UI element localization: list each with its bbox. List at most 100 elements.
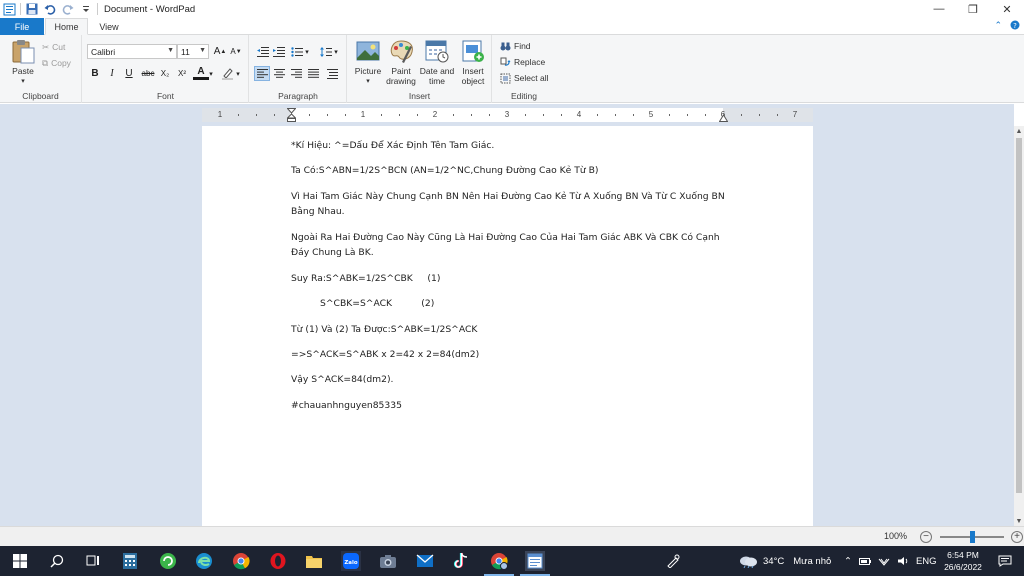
shrink-font-button[interactable]: A ▼ [228, 44, 244, 59]
tab-view[interactable]: View [90, 18, 128, 35]
save-icon[interactable] [25, 2, 39, 16]
edge-browser-icon[interactable] [194, 551, 214, 571]
green-app-icon[interactable] [158, 551, 178, 571]
zalo-app-icon[interactable]: Zalo [341, 551, 361, 571]
paste-button[interactable]: Paste ▾ [8, 38, 38, 86]
ruler-tick [597, 114, 598, 116]
notification-center-icon[interactable] [995, 551, 1015, 571]
document-paragraph: Ngoài Ra Hai Đường Cao Này Cũng Là Hai Đ… [291, 231, 720, 259]
mail-app-icon[interactable] [415, 551, 435, 571]
picture-button[interactable]: Picture ▾ [351, 38, 385, 86]
tab-file[interactable]: File [0, 18, 44, 35]
date-time-button[interactable]: Date and time [419, 38, 455, 86]
search-icon[interactable] [47, 551, 67, 571]
right-indent-marker-icon[interactable] [719, 114, 728, 122]
increase-indent-icon[interactable] [271, 44, 287, 59]
copy-button[interactable]: ⧉ Copy [42, 56, 71, 70]
font-family-select[interactable]: Calibri ▼ [87, 44, 177, 59]
italic-button[interactable]: I [104, 66, 120, 81]
highlight-button[interactable] [219, 66, 235, 81]
camera-app-icon[interactable] [378, 551, 398, 571]
editing-group: Find Replace Select all Editing [493, 35, 555, 103]
weather-widget[interactable]: 34°C Mưa nhỏ [738, 546, 831, 576]
align-right-icon[interactable] [288, 66, 304, 81]
vertical-scrollbar[interactable]: ▲ ▼ [1014, 126, 1024, 526]
insert-object-icon [462, 40, 484, 62]
copy-label: Copy [51, 58, 71, 68]
ruler-tick [345, 114, 346, 116]
input-language[interactable]: ENG [916, 556, 937, 567]
minimize-ribbon-icon[interactable]: ⌃ [994, 20, 1002, 32]
taskbar-clock[interactable]: 6:54 PM 26/6/2022 [935, 549, 991, 573]
wifi-icon[interactable] [878, 556, 890, 566]
start-button[interactable] [10, 551, 30, 571]
document-paragraph: Từ (1) Và (2) Ta Được:S^ABK=1/2S^ACK [291, 323, 478, 335]
indent-marker-icon[interactable] [287, 108, 296, 122]
pen-workspace-icon[interactable] [663, 551, 683, 571]
document-paragraph: Vậy S^ACK=84(dm2). [291, 374, 394, 386]
cut-button[interactable]: ✂ Cut [42, 40, 65, 54]
paint-drawing-button[interactable]: Paint drawing [384, 38, 418, 86]
justify-icon[interactable] [305, 66, 321, 81]
insert-object-button[interactable]: Insert object [456, 38, 490, 86]
paragraph-settings-icon[interactable] [324, 66, 340, 81]
horizontal-ruler[interactable]: 1 1 2 3 4 5 6 7 [202, 108, 813, 122]
help-icon[interactable]: ? [1010, 20, 1020, 32]
customize-qat-icon[interactable] [79, 2, 93, 16]
bold-button[interactable]: B [87, 66, 103, 81]
replace-button[interactable]: Replace [500, 55, 545, 69]
document-page[interactable]: *Kí Hiệu: ^=Dấu Để Xác Định Tên Tam Giác… [202, 126, 813, 526]
align-left-icon[interactable] [254, 66, 270, 81]
restore-button[interactable]: ❐ [956, 0, 990, 18]
binoculars-icon [500, 42, 511, 50]
redo-icon[interactable] [61, 2, 75, 16]
task-view-icon[interactable] [83, 551, 103, 571]
paste-dropdown-icon[interactable]: ▾ [21, 77, 25, 87]
document-body[interactable]: *Kí Hiệu: ^=Dấu Để Xác Định Tên Tam Giác… [291, 138, 731, 423]
minimize-button[interactable]: — [922, 0, 956, 18]
align-center-icon[interactable] [271, 66, 287, 81]
wordpad-taskbar-icon[interactable] [525, 551, 545, 571]
strikethrough-button[interactable]: abc [139, 66, 157, 81]
font-color-dropdown-icon[interactable]: ▾ [207, 66, 215, 81]
undo-icon[interactable] [43, 2, 57, 16]
highlight-dropdown-icon[interactable]: ▾ [234, 66, 242, 81]
scroll-down-icon[interactable]: ▼ [1014, 516, 1024, 526]
opera-browser-icon[interactable] [268, 551, 288, 571]
scrollbar-thumb[interactable] [1016, 138, 1022, 493]
zoom-out-button[interactable]: − [920, 531, 932, 543]
underline-button[interactable]: U [121, 66, 137, 81]
clipboard-group: Paste ▾ ✂ Cut ⧉ Copy Clipboard [0, 35, 82, 103]
volume-icon[interactable] [897, 556, 909, 566]
tab-home[interactable]: Home [45, 18, 88, 35]
wordpad-app-icon[interactable] [2, 2, 16, 16]
chrome-profile-icon[interactable] [489, 551, 509, 571]
paste-label: Paste [12, 66, 34, 76]
grow-font-button[interactable]: A ▲ [212, 44, 228, 59]
battery-icon[interactable] [858, 556, 871, 566]
chevron-up-icon[interactable]: ⌃ [844, 556, 852, 567]
decrease-indent-icon[interactable] [255, 44, 271, 59]
bullet-dropdown-icon[interactable]: ▾ [303, 44, 311, 59]
scroll-up-icon[interactable]: ▲ [1014, 126, 1024, 136]
zoom-in-button[interactable]: + [1011, 531, 1023, 543]
insert-group: Picture ▾ Paint drawing Date and time In… [348, 35, 492, 103]
clock-date: 26/6/2022 [944, 562, 982, 572]
line-spacing-dropdown-icon[interactable]: ▾ [332, 44, 340, 59]
calculator-app-icon[interactable] [120, 551, 140, 571]
tiktok-app-icon[interactable] [451, 551, 471, 571]
find-button[interactable]: Find [500, 39, 531, 53]
picture-dropdown-icon[interactable]: ▾ [366, 77, 370, 87]
select-all-button[interactable]: Select all [500, 71, 549, 85]
zoom-slider-thumb[interactable] [970, 531, 975, 543]
file-explorer-icon[interactable] [304, 551, 324, 571]
superscript-button[interactable]: X² [174, 66, 190, 81]
close-button[interactable]: ✕ [990, 0, 1024, 18]
subscript-button[interactable]: X₂ [157, 66, 173, 81]
document-workspace: 1 1 2 3 4 5 6 7 *Kí Hiệu: ^=Dấu Để Xác Đ… [0, 104, 1014, 526]
ruler-number: 1 [217, 110, 223, 119]
zoom-level: 100% [884, 531, 908, 541]
clock-time: 6:54 PM [947, 550, 979, 560]
font-size-select[interactable]: 11 ▼ [177, 44, 209, 59]
chrome-browser-icon[interactable] [231, 551, 251, 571]
